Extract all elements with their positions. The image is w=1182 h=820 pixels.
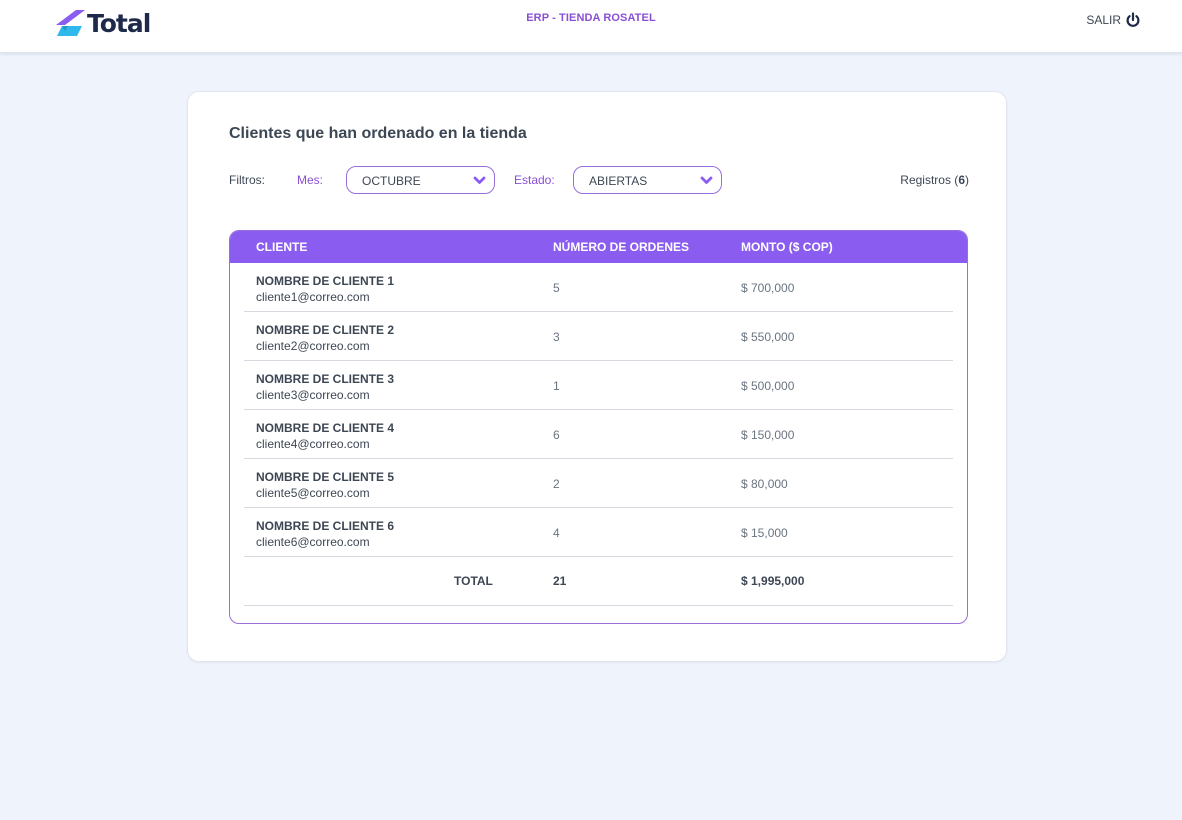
month-filter-label: Mes: (297, 173, 324, 187)
total-orders: 21 (553, 574, 567, 588)
filters-label: Filtros: (229, 173, 265, 187)
client-email: cliente3@correo.com (256, 388, 370, 402)
client-orders: 6 (553, 428, 560, 442)
client-orders: 5 (553, 281, 560, 295)
client-name: NOMBRE DE CLIENTE 6 (256, 519, 395, 533)
table-total-row: TOTAL 21 $ 1,995,000 (244, 557, 953, 606)
clients-table: CLIENTE NÚMERO DE ORDENES MONTO ($ COP) … (229, 230, 968, 624)
state-select[interactable]: ABIERTAS (573, 166, 722, 194)
table-row[interactable]: NOMBRE DE CLIENTE 1 cliente1@correo.com … (244, 263, 953, 312)
month-select[interactable]: OCTUBRE (346, 166, 495, 194)
client-email: cliente4@correo.com (256, 437, 370, 451)
client-name: NOMBRE DE CLIENTE 4 (256, 421, 395, 435)
column-header-amount: MONTO ($ COP) (741, 240, 833, 254)
client-orders: 2 (553, 477, 560, 491)
column-header-orders: NÚMERO DE ORDENES (553, 240, 690, 254)
logout-button[interactable]: SALIR (1086, 12, 1141, 28)
top-navbar: Total ERP - TIENDA ROSATEL SALIR (0, 0, 1182, 53)
records-count: Registros (6) (900, 173, 969, 187)
client-email: cliente5@correo.com (256, 486, 370, 500)
table-row[interactable]: NOMBRE DE CLIENTE 3 cliente3@correo.com … (244, 361, 953, 410)
client-name: NOMBRE DE CLIENTE 1 (256, 274, 395, 288)
records-count-value: 6 (958, 173, 965, 187)
client-orders: 4 (553, 526, 560, 540)
client-name: NOMBRE DE CLIENTE 5 (256, 470, 395, 484)
state-select-value: ABIERTAS (589, 174, 648, 188)
chevron-down-icon (473, 176, 486, 184)
client-amount: $ 550,000 (741, 330, 795, 344)
client-name: NOMBRE DE CLIENTE 2 (256, 323, 395, 337)
total-label: TOTAL (454, 574, 493, 588)
power-icon (1126, 12, 1140, 27)
month-select-value: OCTUBRE (362, 174, 421, 188)
table-header: CLIENTE NÚMERO DE ORDENES MONTO ($ COP) (230, 231, 967, 263)
client-amount: $ 80,000 (741, 477, 788, 491)
client-name: NOMBRE DE CLIENTE 3 (256, 372, 395, 386)
client-email: cliente1@correo.com (256, 290, 370, 304)
client-amount: $ 700,000 (741, 281, 795, 295)
total-amount: $ 1,995,000 (741, 574, 805, 588)
table-row[interactable]: NOMBRE DE CLIENTE 6 cliente6@correo.com … (244, 508, 953, 557)
table-row[interactable]: NOMBRE DE CLIENTE 5 cliente5@correo.com … (244, 459, 953, 508)
chevron-down-icon (700, 176, 713, 184)
client-amount: $ 15,000 (741, 526, 788, 540)
logout-label: SALIR (1086, 13, 1121, 27)
table-row[interactable]: NOMBRE DE CLIENTE 4 cliente4@correo.com … (244, 410, 953, 459)
clients-card: Clientes que han ordenado en la tienda F… (187, 91, 1007, 662)
page-title: Clientes que han ordenado en la tienda (229, 125, 527, 142)
client-email: cliente6@correo.com (256, 535, 370, 549)
app-title: ERP - TIENDA ROSATEL (526, 12, 656, 24)
client-orders: 3 (553, 330, 560, 344)
state-filter-label: Estado: (514, 173, 555, 187)
client-orders: 1 (553, 379, 560, 393)
filters-bar: Filtros: Mes: OCTUBRE Estado: ABIERTAS R… (229, 166, 969, 194)
table-row[interactable]: NOMBRE DE CLIENTE 2 cliente2@correo.com … (244, 312, 953, 361)
records-label: Registros (900, 173, 951, 187)
column-header-client: CLIENTE (256, 240, 308, 254)
client-email: cliente2@correo.com (256, 339, 370, 353)
client-amount: $ 150,000 (741, 428, 795, 442)
client-amount: $ 500,000 (741, 379, 795, 393)
